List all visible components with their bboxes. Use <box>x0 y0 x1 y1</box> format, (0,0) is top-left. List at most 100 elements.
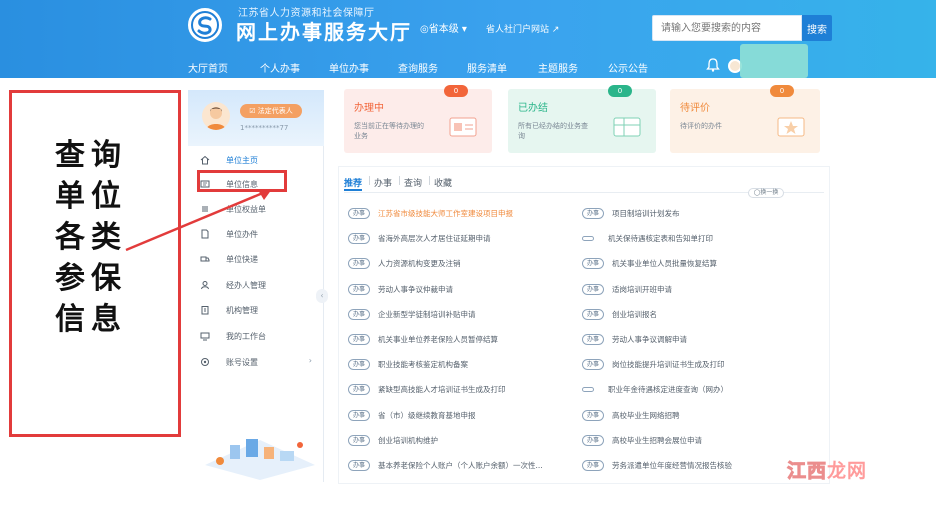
service-item[interactable]: 职业年金待遇核定进度查询（网办） <box>582 384 728 398</box>
service-item[interactable]: 办事 项目制培训计划发布 <box>582 208 680 222</box>
sidebar-item-home[interactable]: 单位主页 <box>188 148 324 172</box>
logo[interactable] <box>188 8 222 42</box>
card-desc: 所有已经办结的业务查询 <box>518 122 588 140</box>
chevron-right-icon: › <box>308 356 312 365</box>
page: 江苏省人力资源和社会保障厅 网上办事服务大厅 ◎省本级 ▾ 省人社门户网站 ↗ … <box>0 0 936 507</box>
sidebar-item-workbench[interactable]: 我的工作台 <box>188 324 324 348</box>
annotation-line: 各类 <box>55 220 127 255</box>
sidebar-item-label: 经办人管理 <box>226 281 266 290</box>
service-item[interactable]: 办事 劳动人事争议调解申请 <box>582 334 687 348</box>
workbench-illustration <box>205 439 315 480</box>
bell-icon[interactable] <box>706 58 720 72</box>
service-name: 企业新型学徒制培训补贴申请 <box>378 309 476 319</box>
sidebar-item-label: 单位权益单 <box>226 205 266 214</box>
service-name: 人力资源机构变更及注销 <box>378 259 461 269</box>
person-icon <box>206 107 226 130</box>
role-badge[interactable]: ☑ 法定代表人 <box>240 104 302 118</box>
service-item[interactable]: 办事 劳动人事争议仲裁申请 <box>348 283 453 298</box>
sidebar-item-rights[interactable]: 单位权益单 <box>188 197 324 221</box>
service-item[interactable]: 办事 基本养老保险个人账户（个人账户余额）一次性... <box>348 460 543 474</box>
nav-item-home[interactable]: 大厅首页 <box>188 60 228 75</box>
nav-item-personal[interactable]: 个人办事 <box>260 60 300 75</box>
tab-recommend[interactable]: 推荐 <box>344 176 362 189</box>
service-tag: 办事 <box>348 308 370 320</box>
nav-item-unit[interactable]: 单位办事 <box>329 60 369 75</box>
card-title: 办理中 <box>354 103 384 114</box>
card-desc: 您当前正在等待办理的业务 <box>354 122 424 140</box>
refresh-button[interactable]: ◯换一换 <box>748 188 784 198</box>
service-tag: 办事 <box>348 384 370 396</box>
collapse-sidebar-button[interactable]: ‹ <box>316 289 328 303</box>
sidebar-item-account[interactable]: 账号设置 › <box>188 350 324 374</box>
tab-separator: | <box>398 176 402 186</box>
service-name: 高校毕业生网络招聘 <box>612 410 680 420</box>
sidebar-item-label: 单位办件 <box>226 230 258 239</box>
tab-query[interactable]: 查询 <box>404 176 422 189</box>
highlight-box <box>197 170 287 192</box>
card-completed[interactable]: 已办结 所有已经办结的业务查询 0 <box>508 85 656 153</box>
service-name: 紧缺型高技能人才培训证书生成及打印 <box>378 385 506 395</box>
service-item[interactable]: 办事 劳务派遣单位年度经营情况报告核验 <box>582 460 732 474</box>
avatar[interactable] <box>202 102 230 130</box>
service-tag: 办事 <box>348 359 370 371</box>
search-input[interactable] <box>652 15 802 41</box>
portal-link[interactable]: 省人社门户网站 ↗ <box>486 22 559 35</box>
service-item[interactable]: 办事 机关事业单位人员批量恢复结算 <box>582 258 717 272</box>
service-item[interactable]: 办事 适岗培训开班申请 <box>582 283 672 298</box>
nav-item-service-list[interactable]: 服务清单 <box>467 60 507 75</box>
service-item[interactable]: 办事 紧缺型高技能人才培训证书生成及打印 <box>348 384 506 398</box>
card-title: 待评价 <box>680 103 710 114</box>
search-button[interactable]: 搜索 <box>802 15 832 41</box>
service-item[interactable]: 办事 江苏省市级技能大师工作室建设项目申报 <box>348 208 513 222</box>
tab-do[interactable]: 办事 <box>374 176 392 189</box>
service-tag: 办事 <box>582 434 604 446</box>
service-name: 省海外高层次人才居住证延期申请 <box>378 234 491 244</box>
service-item[interactable]: 办事 创业培训机构维护 <box>348 434 438 449</box>
service-item[interactable]: 办事 高校毕业生网络招聘 <box>582 409 680 424</box>
annotation-line: 单位 <box>55 179 127 214</box>
nav-item-query[interactable]: 查询服务 <box>398 60 438 75</box>
watermark-logo: 江西龙网 <box>786 460 868 483</box>
service-name: 基本养老保险个人账户（个人账户余额）一次性... <box>378 461 543 470</box>
desk-icon <box>200 332 210 341</box>
sidebar-item-express[interactable]: 单位快递 <box>188 247 324 271</box>
service-item[interactable]: 办事 创业培训报名 <box>582 308 657 323</box>
service-item[interactable]: 办事 岗位技能提升培训证书生成及打印 <box>582 359 725 373</box>
service-tag: 办事 <box>582 283 604 295</box>
count-badge: 0 <box>444 85 468 97</box>
sidebar-item-label: 我的工作台 <box>226 332 266 341</box>
service-tag: 办事 <box>348 460 370 471</box>
table-icon <box>613 117 641 137</box>
file-icon <box>201 229 209 239</box>
service-name: 江苏省市级技能大师工作室建设项目申报 <box>378 209 513 218</box>
sidebar-item-label: 单位主页 <box>226 156 258 165</box>
service-name: 劳动人事争议仲裁申请 <box>378 284 453 294</box>
nav-item-notice[interactable]: 公示公告 <box>608 60 648 75</box>
nav-item-theme[interactable]: 主题服务 <box>538 60 578 75</box>
service-name: 机关保待遇核定表和告知单打印 <box>608 234 713 244</box>
sidebar-item-agents[interactable]: 经办人管理 <box>188 273 324 297</box>
service-item[interactable]: 办事 职业技能考核鉴定机构备案 <box>348 359 468 373</box>
service-tag: 办事 <box>582 258 604 270</box>
service-name: 职业技能考核鉴定机构备案 <box>378 360 468 370</box>
service-item[interactable]: 办事 高校毕业生招聘会展位申请 <box>582 434 702 449</box>
card-to-evaluate[interactable]: 待评价 待评价的办件 0 <box>670 85 820 153</box>
service-item[interactable]: 办事 省海外高层次人才居住证延期申请 <box>348 233 491 247</box>
service-item[interactable]: 办事 机关事业单位养老保险人员暂停结算 <box>348 334 498 348</box>
sidebar-item-cases[interactable]: 单位办件 <box>188 222 324 246</box>
service-item[interactable]: 办事 人力资源机构变更及注销 <box>348 258 461 272</box>
tab-favorites[interactable]: 收藏 <box>434 176 452 189</box>
card-in-progress[interactable]: 办理中 您当前正在等待办理的业务 0 <box>344 85 492 153</box>
star-icon <box>777 117 805 137</box>
region-select[interactable]: ◎省本级 ▾ <box>420 20 467 35</box>
tab-separator: | <box>428 176 432 186</box>
user-icon <box>201 281 209 290</box>
site-title[interactable]: 网上办事服务大厅 <box>236 16 412 45</box>
service-item[interactable]: 机关保待遇核定表和告知单打印 <box>582 233 713 247</box>
sidebar-item-org[interactable]: 机构管理 <box>188 298 324 322</box>
annotation-line: 查询 <box>55 138 127 173</box>
service-item[interactable]: 办事 省（市）级继续教育基地申报 <box>348 409 476 424</box>
truck-icon <box>200 256 210 262</box>
service-tag: 办事 <box>348 334 370 345</box>
service-item[interactable]: 办事 企业新型学徒制培训补贴申请 <box>348 308 476 323</box>
